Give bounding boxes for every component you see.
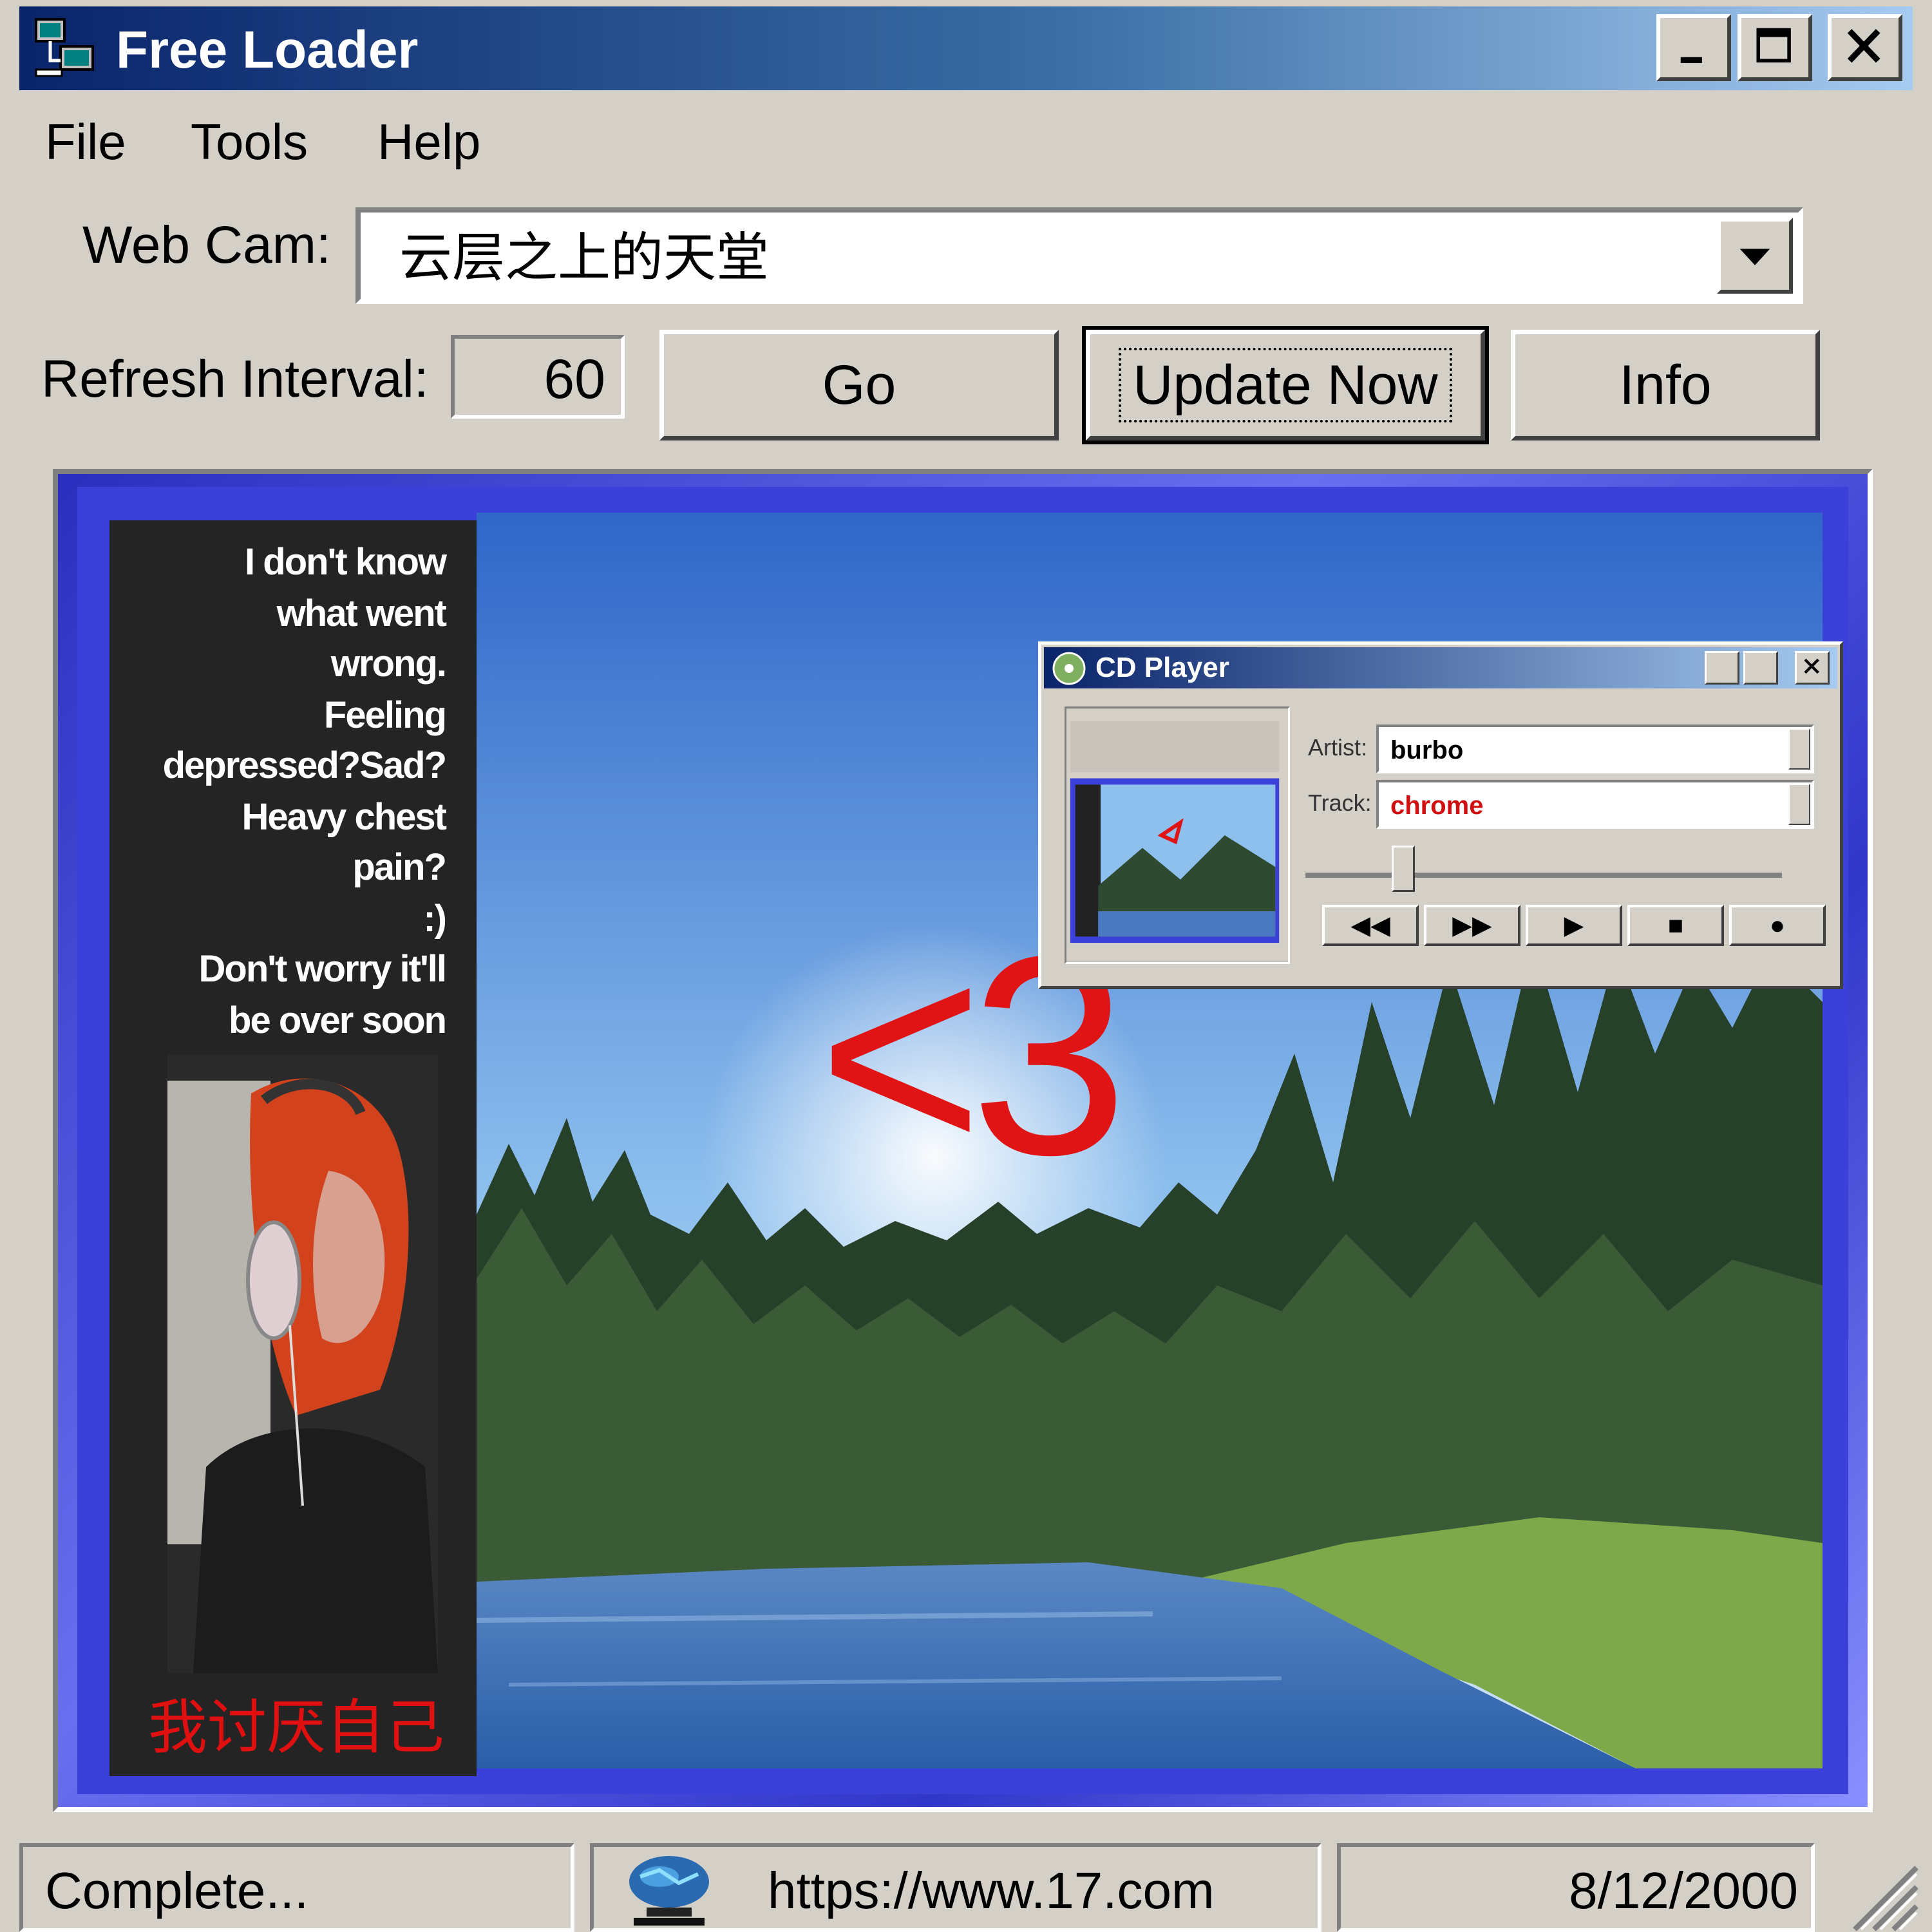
cd-track-label: Track: [1308, 790, 1372, 816]
update-now-button[interactable]: Update Now [1082, 326, 1489, 444]
sidebar-line: Heavy chest [242, 796, 447, 838]
chevron-down-icon [1788, 728, 1810, 770]
status-date: 8/12/2000 [1569, 1862, 1798, 1919]
cd-maximize-button [1743, 651, 1778, 685]
refresh-interval-label: Refresh Interval: [41, 350, 429, 408]
sidebar-line: :) [423, 898, 447, 940]
cd-seek-knob [1392, 846, 1415, 892]
network-computers-icon [35, 18, 94, 77]
menu-tools[interactable]: Tools [191, 109, 308, 174]
minimize-icon [1680, 57, 1702, 63]
globe-network-icon [629, 1856, 709, 1926]
cd-play-button: ▶ [1526, 905, 1622, 946]
maximize-button[interactable] [1738, 14, 1812, 81]
info-button[interactable]: Info [1511, 330, 1820, 440]
sidebar-line: Don't worry it'll [198, 948, 447, 990]
nested-screenshot-image [1066, 708, 1288, 962]
menu-bar: File Tools Help [19, 103, 1887, 180]
cd-next-button: ▶▶ [1424, 905, 1520, 946]
chevron-down-icon [1739, 249, 1770, 265]
refresh-interval-value: 60 [544, 348, 605, 410]
menu-help[interactable]: Help [377, 109, 480, 174]
cd-close-button [1795, 651, 1830, 685]
cd-player-titlebar: CD Player [1044, 647, 1837, 688]
sidebar-line: be over soon [229, 999, 447, 1041]
sidebar-line: wrong. [330, 643, 447, 685]
sidebar-line: what went [276, 592, 447, 634]
message-sidebar: I don't know what went wrong. Feeling de… [109, 520, 477, 1776]
webcam-label: Web Cam: [82, 216, 331, 274]
portrait-photo [167, 1055, 438, 1673]
status-panel-date: 8/12/2000 [1337, 1843, 1815, 1932]
status-panel-state: Complete... [19, 1843, 574, 1932]
sidebar-line: pain? [352, 846, 447, 888]
free-loader-window: Free Loader File Tools Help Web Cam: 云层之… [0, 0, 1932, 1932]
close-icon [1804, 658, 1819, 674]
webcam-dropdown-button[interactable] [1717, 218, 1793, 294]
minimize-button[interactable] [1656, 14, 1731, 81]
sidebar-line: depressed?Sad? [162, 744, 447, 786]
cd-disc-icon [1052, 652, 1086, 685]
cd-eject-button: ● [1729, 905, 1826, 946]
go-button[interactable]: Go [659, 330, 1059, 440]
title-bar[interactable]: Free Loader [19, 6, 1913, 90]
cd-track-field: chrome [1376, 780, 1814, 829]
resize-grip-icon[interactable] [1842, 1855, 1919, 1932]
chevron-down-icon [1788, 784, 1810, 825]
cd-player-window: CD Player Artist: burbo Track: chrome ◀◀… [1038, 641, 1843, 989]
cd-seek-slider [1305, 873, 1782, 878]
sidebar-line: I don't know [245, 541, 447, 583]
cd-stop-button: ■ [1627, 905, 1724, 946]
close-icon [1847, 29, 1880, 63]
status-url: https://www.17.com [768, 1862, 1215, 1919]
cd-thumbnail [1065, 706, 1290, 964]
cd-prev-button: ◀◀ [1322, 905, 1419, 946]
window-title: Free Loader [116, 21, 419, 79]
update-now-label: Update Now [1119, 348, 1452, 422]
cd-player-title: CD Player [1095, 652, 1229, 683]
menu-file[interactable]: File [45, 109, 126, 174]
cd-artist-field: burbo [1376, 724, 1814, 773]
status-text: Complete... [45, 1862, 309, 1919]
webcam-select-value: 云层之上的天堂 [399, 227, 770, 289]
sidebar-line: Feeling [323, 694, 447, 736]
close-button[interactable] [1828, 14, 1902, 81]
webcam-select[interactable]: 云层之上的天堂 [355, 207, 1803, 304]
headphone-girl-image [167, 1055, 438, 1673]
cd-track-value: chrome [1390, 791, 1484, 820]
refresh-interval-field[interactable]: 60 [451, 335, 625, 419]
sidebar-chinese-text: 我讨厌自己 [148, 1693, 445, 1762]
cd-artist-label: Artist: [1308, 734, 1368, 761]
maximize-icon [1756, 28, 1791, 62]
cd-minimize-button [1705, 651, 1739, 685]
status-panel-url: https://www.17.com [590, 1843, 1321, 1932]
cd-artist-value: burbo [1390, 736, 1464, 764]
